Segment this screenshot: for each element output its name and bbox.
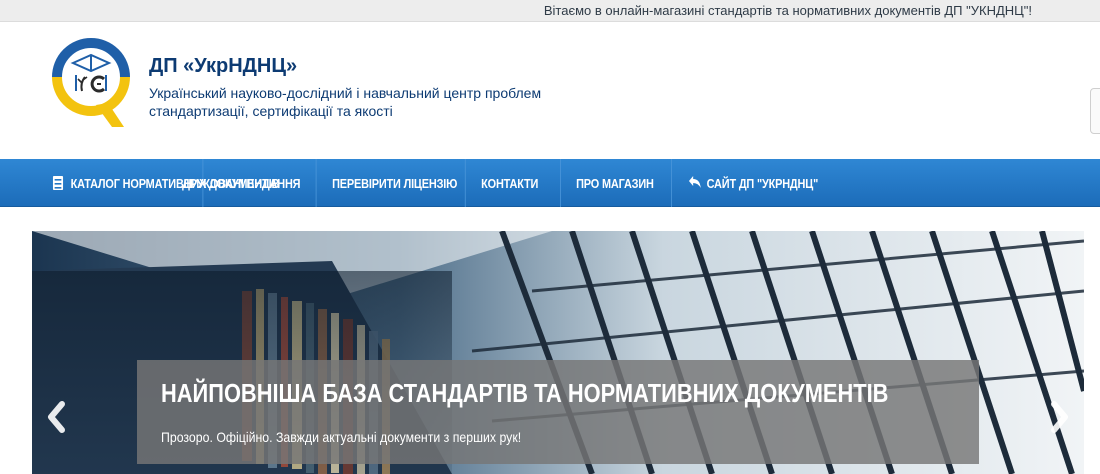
brand-subtitle: Український науково-дослідний і навчальн…	[149, 85, 542, 119]
nav-item-label: ПЕРЕВІРИТИ ЛІЦЕНЗІЮ	[332, 175, 458, 191]
welcome-message: Вітаємо в онлайн-магазині стандартів та …	[543, 3, 1032, 18]
slide-title: НАЙПОВНІША БАЗА СТАНДАРТІВ ТА НОРМАТИВНИ…	[161, 378, 889, 408]
slide-text: Прозоро. Офіційно. Завжди актуальні доку…	[161, 429, 522, 445]
nav-item-label: ПРО МАГАЗИН	[576, 175, 654, 191]
chevron-right-icon[interactable]	[1044, 399, 1074, 435]
top-bar: Вітаємо в онлайн-магазині стандартів та …	[0, 0, 1100, 22]
nav-item-label: ДРУКОВАНІ ВИДАННЯ	[182, 175, 301, 191]
slide-caption: НАЙПОВНІША БАЗА СТАНДАРТІВ ТА НОРМАТИВНИ…	[137, 360, 979, 464]
main-nav: КАТАЛОГ НОРМАТИВНИХ ДОКУМЕНТІВ ДРУКОВАНІ…	[0, 159, 1100, 207]
chevron-left-icon[interactable]	[42, 399, 72, 435]
nav-item-main-site[interactable]: САЙТ ДП "УКРНДНЦ"	[673, 159, 841, 207]
nav-items: КАТАЛОГ НОРМАТИВНИХ ДОКУМЕНТІВ ДРУКОВАНІ…	[37, 159, 873, 207]
reply-arrow-icon	[688, 175, 701, 191]
nav-item-label: САЙТ ДП "УКРНДНЦ"	[706, 175, 819, 191]
search-box-edge[interactable]	[1090, 88, 1100, 134]
nav-item-check-license[interactable]: ПЕРЕВІРИТИ ЛІЦЕНЗІЮ	[317, 159, 466, 207]
hero-slider: НАЙПОВНІША БАЗА СТАНДАРТІВ ТА НОРМАТИВНИ…	[32, 231, 1084, 474]
nav-item-contacts[interactable]: КОНТАКТИ	[466, 159, 561, 207]
nav-item-label: КОНТАКТИ	[481, 175, 539, 191]
logo[interactable]	[52, 33, 130, 131]
catalog-icon	[52, 175, 64, 191]
site-header: ДП «УкрНДНЦ» Український науково-дослідн…	[0, 22, 1100, 159]
brand-title[interactable]: ДП «УкрНДНЦ»	[149, 55, 297, 78]
nav-item-printed-editions[interactable]: ДРУКОВАНІ ВИДАННЯ	[167, 159, 317, 207]
nav-item-about-shop[interactable]: ПРО МАГАЗИН	[561, 159, 672, 207]
